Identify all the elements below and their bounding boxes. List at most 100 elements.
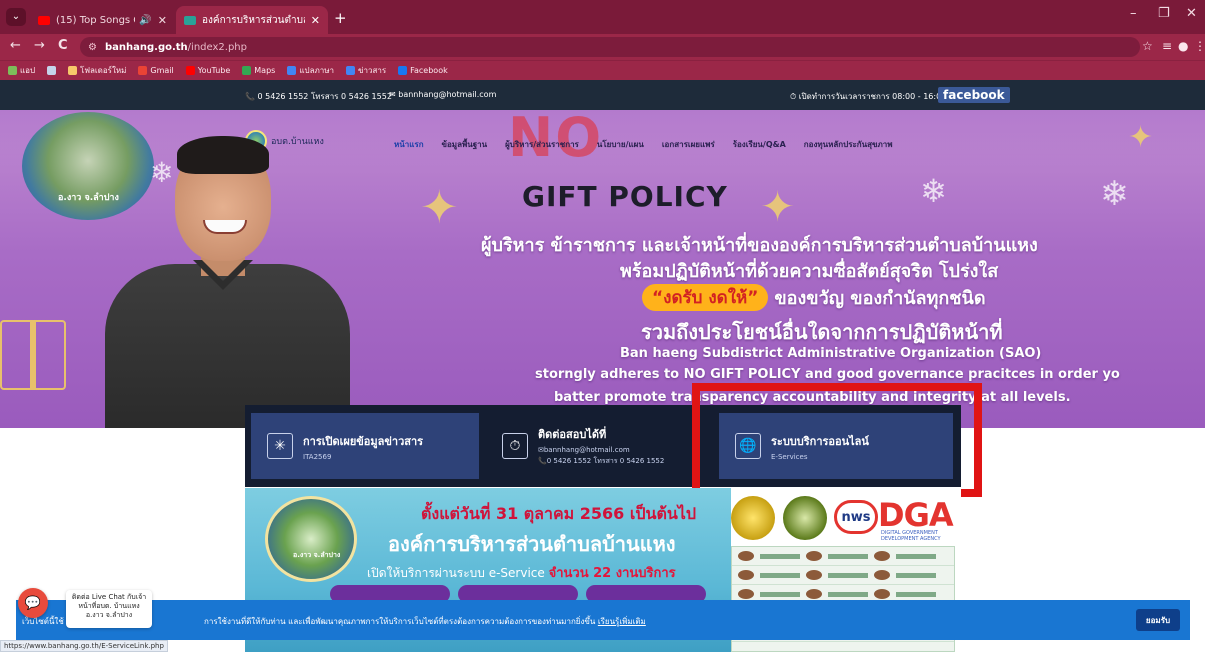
grid-icon (47, 66, 57, 75)
facebook-link[interactable]: facebook (938, 87, 1010, 103)
bookmark-label: แอป (20, 66, 36, 75)
card-subtitle: ITA2569 (303, 452, 332, 461)
email-info[interactable]: ✉ bannhang@hotmail.com (389, 90, 496, 99)
nav-executives[interactable]: ผู้บริหาร/ส่วนราชการ (505, 138, 579, 151)
bookmark-folder[interactable]: โฟลเดอร์ใหม่ (68, 64, 126, 77)
clock-icon: ⏱ (502, 433, 528, 459)
banner-date-line: ตั้งแต่วันที่ 31 ตุลาคม 2566 เป็นต้นไป (421, 504, 696, 523)
bookmark-label: Facebook (410, 66, 448, 75)
browser-tab-bar: ⌄ (15) Top Songs Cover HotHi 🔊 ✕ องค์การ… (0, 0, 1205, 34)
extensions-icon[interactable]: ≡ (1162, 39, 1172, 53)
snowflake-icon: ❄ (920, 172, 947, 210)
banner-service-line: เปิดให้บริการผ่านระบบ e-Service จำนวน 22… (367, 562, 676, 583)
bookmark-grid[interactable] (47, 66, 57, 75)
bookmark-label: YouTube (197, 66, 231, 75)
menu-icon[interactable]: ⋮ (1194, 39, 1205, 53)
live-chat-tooltip: ติดต่อ Live Chat กับเจ้าหน้าที่อบต. บ้าน… (66, 590, 152, 628)
hero-english-line-2: storngly adheres to NO GIFT POLICY and g… (535, 367, 1120, 382)
card-information-disclosure[interactable]: ✳ การเปิดเผยข้อมูลข่าวสาร ITA2569 (251, 413, 479, 479)
hero-thai-line-3: “งดรับ งดให้” ของขวัญ ของกำนัลทุกชนิด (642, 283, 986, 312)
youtube-favicon-icon (38, 15, 50, 25)
executive-photo (105, 136, 350, 428)
accept-cookies-button[interactable]: ยอมรับ (1136, 609, 1180, 631)
site-topbar: 📞 0 5426 1552 โทรสาร 0 5426 1552 ✉ bannh… (0, 80, 1205, 110)
seal-label: อ.งาว จ.ลำปาง (293, 551, 341, 559)
nav-complaints[interactable]: ร้องเรียน/Q&A (733, 138, 786, 151)
site-info-icon[interactable]: ⚙ (88, 42, 97, 53)
audio-icon[interactable]: 🔊 (139, 15, 151, 26)
browser-toolbar: ← → C ⚙ banhang.go.th /index2.php ☆ ≡ ● … (0, 34, 1205, 60)
hero-thai-line-1: ผู้บริหาร ข้าราชการ และเจ้าหน้าที่ขององค… (481, 235, 1038, 256)
bookmark-translate[interactable]: แปลภาษา (287, 64, 334, 77)
bookmark-news[interactable]: ข่าวสาร (346, 64, 386, 77)
close-window-button[interactable]: ✕ (1186, 6, 1197, 21)
reload-button[interactable]: C (58, 38, 68, 53)
bookmark-maps[interactable]: Maps (242, 66, 275, 75)
card-phone: 📞0 5426 1552 โทรสาร 0 5426 1552 (538, 457, 665, 465)
banner-service-count: จำนวน 22 งานบริการ (548, 566, 676, 581)
nav-documents[interactable]: เอกสารเผยแพร่ (662, 138, 715, 151)
address-bar[interactable]: ⚙ banhang.go.th /index2.php (80, 37, 1140, 57)
bookmark-label: ข่าวสาร (358, 66, 387, 75)
card-email: ✉bannhang@hotmail.com (538, 446, 630, 454)
hero-thai-line-3-rest: ของขวัญ ของกำนัลทุกชนิด (774, 288, 986, 309)
bookmark-facebook[interactable]: Facebook (398, 66, 448, 75)
seal-emblem-icon (265, 496, 357, 582)
tab-banhang[interactable]: องค์การบริหารส่วนตำบลบ้านแหง อำเ ✕ (176, 6, 328, 34)
new-tab-button[interactable]: + (334, 9, 347, 27)
star-icon: ✦ (1128, 120, 1154, 155)
back-button[interactable]: ← (10, 38, 21, 53)
dga-logo[interactable]: DGA (878, 496, 954, 534)
nav-health-fund[interactable]: กองทุนหลักประกันสุขภาพ (804, 138, 893, 151)
facebook-icon (398, 66, 408, 75)
bookmark-youtube[interactable]: YouTube (185, 66, 231, 75)
news-icon (346, 66, 356, 75)
learn-more-link[interactable]: เรียนรู้เพิ่มเติม (598, 617, 646, 626)
tab-youtube[interactable]: (15) Top Songs Cover HotHi 🔊 ✕ (30, 6, 175, 34)
close-tab-icon[interactable]: ✕ (158, 14, 167, 27)
forward-button[interactable]: → (34, 38, 45, 53)
card-title: การเปิดเผยข้อมูลข่าวสาร (303, 434, 424, 448)
garuda-emblem-icon (731, 496, 775, 540)
tab-title: องค์การบริหารส่วนตำบลบ้านแหง อำเ (202, 14, 305, 26)
minimize-button[interactable]: – (1130, 6, 1137, 21)
bookmark-label: Gmail (150, 66, 174, 75)
close-tab-icon[interactable]: ✕ (311, 14, 320, 27)
main-nav: หน้าแรก ข้อมูลพื้นฐาน ผู้บริหาร/ส่วนราชก… (394, 138, 893, 151)
bookmark-label: Maps (254, 66, 276, 75)
no-gift-highlight: “งดรับ งดให้” (642, 284, 769, 311)
bookmark-star-icon[interactable]: ☆ (1142, 39, 1153, 53)
live-chat-button[interactable]: 💬 (18, 588, 48, 618)
banner-org-name: องค์การบริหารส่วนตำบลบ้านแหง (388, 532, 676, 556)
hero-banner: อ.งาว จ.ลำปาง NO ✦ ✦ ✦ ❄ ❄ ❄ อบต.บ้านแหง… (0, 110, 1205, 428)
bookmark-gmail[interactable]: Gmail (138, 66, 174, 75)
restore-button[interactable]: ❐ (1158, 6, 1170, 21)
nav-policy[interactable]: นโยบาย/แผน (597, 138, 644, 151)
dga-subtitle: DIGITAL GOVERNMENT DEVELOPMENT AGENCY (881, 530, 941, 542)
ministry-emblem-icon (783, 496, 827, 540)
card-title: ติดต่อสอบได้ที่ (538, 428, 607, 441)
youtube-icon (185, 66, 195, 75)
gift-box-icon (0, 320, 66, 390)
bookmark-apps[interactable]: แอป (8, 64, 35, 77)
hero-title: GIFT POLICY (522, 180, 728, 213)
nws-logo[interactable]: nws (834, 500, 878, 534)
hero-english-line-1: Ban haeng Subdistrict Administrative Org… (620, 346, 1042, 361)
gmail-icon (138, 66, 148, 75)
nav-home[interactable]: หน้าแรก (394, 138, 424, 151)
bookmark-label: โฟลเดอร์ใหม่ (80, 66, 127, 75)
snowflake-icon: ❄ (1100, 174, 1129, 214)
phone-info: 📞 0 5426 1552 โทรสาร 0 5426 1552 (245, 92, 392, 101)
folder-icon (68, 66, 78, 75)
card-contact[interactable]: ⏱ ติดต่อสอบได้ที่ ✉bannhang@hotmail.com … (486, 413, 714, 479)
banner-service-pre: เปิดให้บริการผ่านระบบ e-Service (367, 566, 545, 580)
cookie-message: การใช้งานที่ดีให้กับท่าน และเพื่อพัฒนาคุ… (204, 617, 596, 626)
bookmark-label: แปลภาษา (299, 66, 335, 75)
translate-icon (287, 66, 297, 75)
cookie-consent-bar: เว็บไซต์นี้ใช้ การใช้งานที่ดีให้กับท่าน … (16, 600, 1190, 640)
red-highlight-box (692, 383, 982, 497)
profile-icon[interactable]: ● (1178, 39, 1188, 53)
nav-basic-info[interactable]: ข้อมูลพื้นฐาน (442, 138, 488, 151)
tab-search-button[interactable]: ⌄ (6, 8, 26, 26)
office-hours: ⏱ เปิดทำการวันเวลาราชการ 08:00 - 16:00 น… (790, 92, 957, 101)
